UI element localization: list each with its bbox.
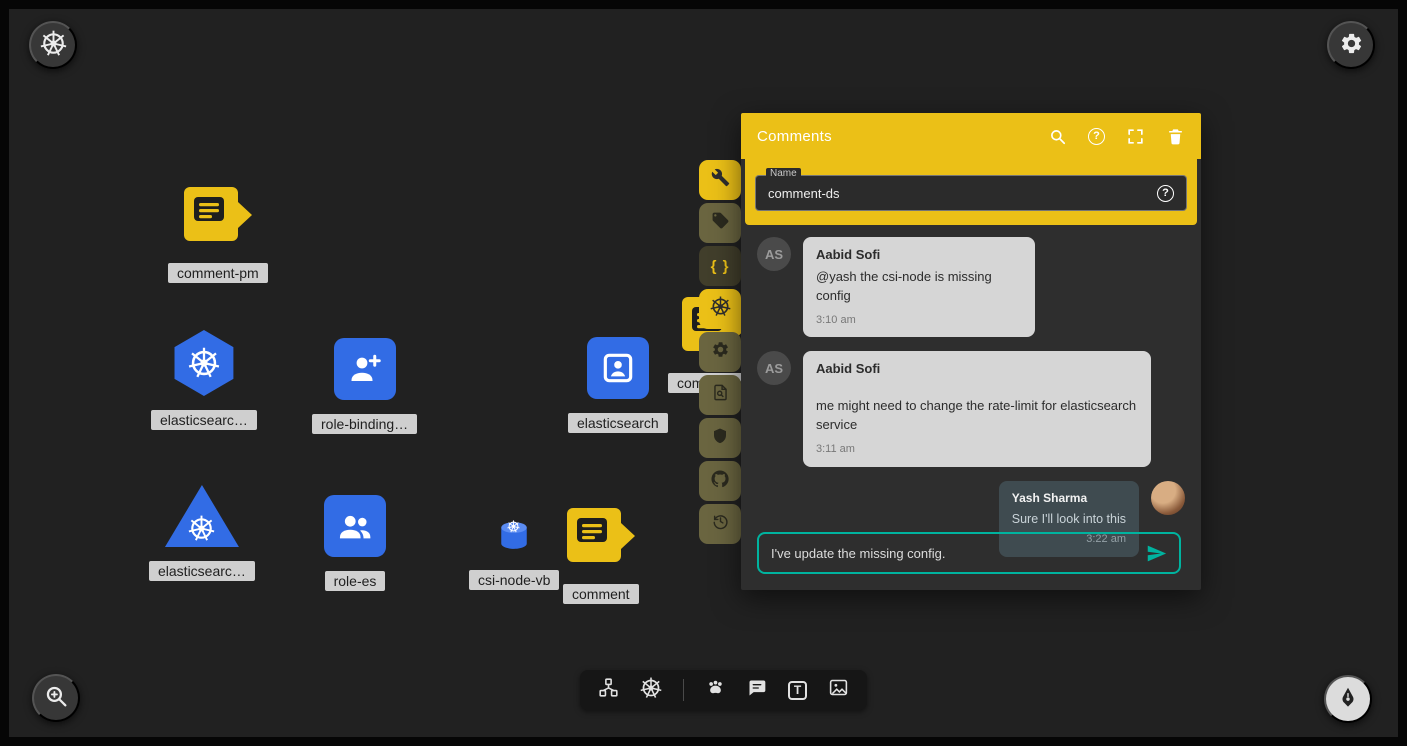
node-label: elasticsearch — [568, 413, 668, 433]
node-action-toolbar: { } — [699, 160, 741, 544]
delete-icon[interactable] — [1166, 127, 1185, 146]
message-author: Yash Sharma — [1012, 490, 1126, 507]
message-author: Aabid Sofi — [816, 246, 1022, 265]
node-comment-pm[interactable]: comment-pm — [168, 184, 268, 283]
security-tool-button[interactable] — [699, 418, 741, 458]
tag-tool-button[interactable] — [699, 203, 741, 243]
comment-tool-button[interactable] — [747, 678, 767, 703]
config-braces-button[interactable]: { } — [699, 246, 741, 286]
comment-icon — [747, 678, 767, 703]
node-label: role-binding… — [312, 414, 417, 434]
node-label: comment — [563, 584, 639, 604]
github-tool-button[interactable] — [699, 461, 741, 501]
comment-composer — [757, 532, 1181, 574]
node-role-binding[interactable]: role-binding… — [312, 338, 417, 434]
node-label: comment-pm — [168, 263, 268, 283]
zoom-in-icon — [44, 684, 69, 712]
comment-shape-icon — [183, 184, 253, 249]
braces-icon: { } — [711, 258, 730, 275]
comments-panel: Comments ? Name ? AS Aabid Sofi @yash th… — [741, 113, 1201, 590]
node-label: elasticsearc… — [149, 561, 255, 581]
history-icon — [711, 512, 730, 536]
avatar: AS — [757, 351, 791, 385]
whiteboard-toolbar: T — [580, 670, 867, 710]
node-label: csi-node-vb — [469, 570, 559, 590]
message: AS Aabid Sofi me might need to change th… — [757, 351, 1185, 466]
send-icon[interactable] — [1146, 543, 1167, 564]
search-icon[interactable] — [1048, 127, 1067, 146]
node-label: role-es — [325, 571, 386, 591]
gear-icon — [1339, 31, 1364, 59]
message-text: me might need to change the rate-limit f… — [816, 397, 1138, 435]
kubernetes-dock-button[interactable] — [640, 677, 662, 704]
help-icon[interactable]: ? — [1088, 128, 1105, 145]
node-role-es[interactable]: role-es — [324, 495, 386, 591]
node-comment[interactable]: comment — [563, 505, 639, 604]
storage-cylinder-icon — [497, 519, 531, 556]
kanvas-app: { "colors": { "accent": "#EBC017", "teal… — [0, 0, 1407, 746]
node-csi-node-vb[interactable]: csi-node-vb — [469, 519, 559, 590]
field-help-icon[interactable]: ? — [1157, 185, 1174, 202]
kubernetes-triangle-icon — [165, 485, 239, 547]
kubernetes-context-button[interactable] — [29, 21, 77, 69]
expand-icon[interactable] — [1126, 127, 1145, 146]
pen-icon — [1335, 685, 1361, 714]
message-bubble: Aabid Sofi @yash the csi-node is missing… — [803, 237, 1035, 337]
comment-input[interactable] — [771, 546, 1136, 561]
kubernetes-tool-button[interactable] — [699, 289, 741, 329]
shapes-icon — [705, 677, 726, 703]
message: AS Aabid Sofi @yash the csi-node is miss… — [757, 237, 1185, 337]
media-tool-button[interactable] — [828, 677, 849, 703]
kubernetes-wheel-icon — [710, 296, 731, 322]
text-icon: T — [788, 681, 807, 700]
gear-icon — [711, 340, 730, 364]
message-text: @yash the csi-node is missing config — [816, 268, 1022, 306]
message-bubble: Aabid Sofi me might need to change the r… — [803, 351, 1151, 466]
components-icon — [598, 677, 619, 703]
wrench-icon — [711, 168, 730, 192]
tag-icon — [711, 211, 730, 235]
comments-panel-header: Comments ? — [741, 113, 1201, 159]
name-input[interactable] — [768, 186, 1157, 201]
node-elasticsearch[interactable]: elasticsearch — [568, 337, 668, 433]
message-time: 3:11 am — [816, 442, 1138, 458]
wrench-tool-button[interactable] — [699, 160, 741, 200]
message-time: 3:10 am — [816, 313, 1022, 329]
github-icon — [710, 469, 730, 494]
role-binding-icon — [334, 338, 396, 400]
settings-tool-button[interactable] — [699, 332, 741, 372]
text-tool-button[interactable]: T — [788, 681, 807, 700]
badge-icon — [587, 337, 649, 399]
name-field: Name ? — [755, 175, 1187, 211]
yash-avatar — [1151, 481, 1185, 515]
history-tool-button[interactable] — [699, 504, 741, 544]
kubernetes-wheel-icon — [40, 30, 67, 60]
doc-search-icon — [711, 383, 730, 407]
shapes-tool-button[interactable] — [705, 677, 726, 703]
avatar: AS — [757, 237, 791, 271]
pen-tool-button[interactable] — [1324, 675, 1372, 723]
components-tool-button[interactable] — [598, 677, 619, 703]
settings-button[interactable] — [1327, 21, 1375, 69]
role-group-icon — [324, 495, 386, 557]
shield-icon — [711, 427, 729, 450]
panel-title: Comments — [757, 128, 832, 145]
kubernetes-wheel-icon — [640, 677, 662, 704]
name-field-label: Name — [766, 168, 801, 179]
message-author: Aabid Sofi — [816, 360, 1138, 379]
name-field-highlight: Name ? — [745, 159, 1197, 225]
media-icon — [828, 677, 849, 703]
toolbar-divider — [683, 679, 684, 701]
node-label: elasticsearc… — [151, 410, 257, 430]
doc-search-tool-button[interactable] — [699, 375, 741, 415]
node-elasticsearch-triangle[interactable]: elasticsearc… — [149, 485, 255, 581]
node-elasticsearch-hexagon[interactable]: elasticsearc… — [151, 330, 257, 430]
comment-shape-icon — [566, 505, 636, 570]
kubernetes-hexagon-icon — [172, 330, 236, 396]
zoom-button[interactable] — [32, 674, 80, 722]
message-text: Sure I'll look into this — [1012, 510, 1126, 528]
